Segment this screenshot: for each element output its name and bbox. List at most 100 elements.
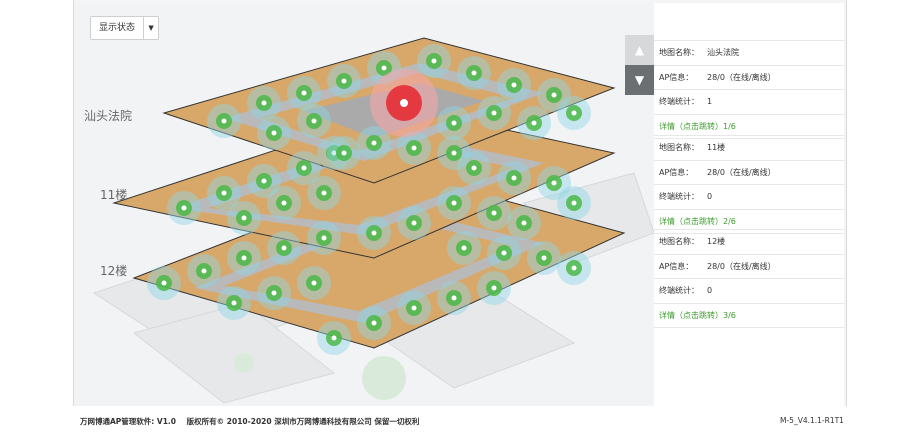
ap-info-row: AP信息： 28/0（在线/离线） — [654, 159, 844, 185]
ap-device-icon[interactable] — [471, 70, 477, 76]
ap-device-icon[interactable] — [451, 150, 457, 156]
map-name-value: 11楼 — [707, 143, 726, 153]
terminal-value: 0 — [707, 286, 713, 296]
ap-info-value: 28/0（在线/离线） — [707, 167, 776, 177]
copyright-text: 版权所有© 2010-2020 深圳市万网博通科技有限公司 保留一切权利 — [186, 417, 420, 426]
map-name-row: 地图名称： 12楼 — [654, 229, 844, 254]
build-version: M-5_V4.1.1-R1T1 — [780, 416, 844, 425]
ap-device-icon[interactable] — [411, 145, 417, 151]
floor-card: 地图名称： 汕头法院 AP信息： 28/0（在线/离线） 终端统计： 1 详情（点击跳… — [654, 40, 844, 139]
floor-label-12[interactable]: 12楼 — [100, 262, 127, 279]
ap-device-icon[interactable] — [411, 220, 417, 226]
ap-device-icon[interactable] — [221, 118, 227, 124]
chevron-up-icon: ▲ — [634, 43, 645, 57]
ap-device-icon[interactable] — [501, 250, 507, 256]
ap-device-icon[interactable] — [341, 78, 347, 84]
terminal-key: 终端统计： — [659, 97, 699, 107]
ap-device-icon[interactable] — [451, 200, 457, 206]
ap-device-icon[interactable] — [491, 110, 497, 116]
ap-device-icon[interactable] — [341, 150, 347, 156]
ap-device-icon[interactable] — [321, 235, 327, 241]
terminal-row: 终端统计： 0 — [654, 184, 844, 209]
scroll-up-button[interactable]: ▲ — [625, 35, 654, 65]
ap-device-icon[interactable] — [571, 200, 577, 206]
ap-device-icon[interactable] — [231, 300, 237, 306]
ap-device-icon[interactable] — [371, 320, 377, 326]
ap-device-icon[interactable] — [161, 280, 167, 286]
footer-left: 万网博通AP管理软件: V1.0 版权所有© 2010-2020 深圳市万网博通… — [80, 416, 427, 427]
ap-device-icon[interactable] — [241, 255, 247, 261]
ap-device-icon[interactable] — [521, 220, 527, 226]
ap-device-icon[interactable] — [371, 230, 377, 236]
ap-device-icon[interactable] — [531, 120, 537, 126]
ap-info-row: AP信息： 28/0（在线/离线） — [654, 253, 844, 279]
terminal-value: 1 — [707, 97, 713, 107]
ap-device-icon[interactable] — [511, 82, 517, 88]
scroll-down-button[interactable]: ▼ — [625, 65, 654, 95]
terminal-key: 终端统计： — [659, 286, 699, 296]
map-name-key: 地图名称： — [659, 48, 699, 58]
ap-device-icon[interactable] — [541, 255, 547, 261]
terminal-value: 0 — [707, 192, 713, 202]
map-name-value: 汕头法院 — [707, 48, 739, 58]
ap-device-icon[interactable] — [261, 100, 267, 106]
ap-info-key: AP信息： — [659, 167, 694, 177]
ap-device-icon[interactable] — [241, 215, 247, 221]
ap-device-icon[interactable] — [491, 285, 497, 291]
terminal-row: 终端统计： 0 — [654, 278, 844, 303]
floor-card: 地图名称： 11楼 AP信息： 28/0（在线/离线） 终端统计： 0 详情（点击跳转… — [654, 135, 844, 234]
chevron-down-icon[interactable]: ▼ — [144, 17, 158, 39]
detail-link[interactable]: 详情（点击跳转）3/6 — [654, 302, 844, 328]
ap-device-icon[interactable] — [201, 268, 207, 274]
terminal-row: 终端统计： 1 — [654, 89, 844, 114]
ap-device-icon[interactable] — [271, 290, 277, 296]
display-status-dropdown[interactable]: 显示状态 ▼ — [90, 16, 160, 40]
ap-device-icon[interactable] — [451, 295, 457, 301]
ap-info-key: AP信息： — [659, 72, 694, 82]
chevron-down-icon: ▼ — [634, 73, 645, 87]
ap-device-icon[interactable] — [491, 210, 497, 216]
ap-device-icon[interactable] — [431, 58, 437, 64]
ap-device-icon[interactable] — [551, 92, 557, 98]
ap-device-icon[interactable] — [411, 305, 417, 311]
map-name-value: 12楼 — [707, 237, 726, 247]
display-status-label: 显示状态 — [91, 17, 145, 39]
ap-device-icon[interactable] — [331, 335, 337, 341]
ap-device-icon[interactable] — [261, 178, 267, 184]
floor-info-panel: 地图名称： 汕头法院 AP信息： 28/0（在线/离线） 终端统计： 1 详情（点击跳… — [654, 3, 844, 406]
floor-label-11[interactable]: 11楼 — [100, 186, 127, 203]
ap-info-row: AP信息： 28/0（在线/离线） — [654, 64, 844, 90]
alert-ap-icon[interactable] — [400, 99, 408, 107]
floor-map-canvas[interactable] — [74, 3, 654, 406]
terminal-key: 终端统计： — [659, 192, 699, 202]
ap-device-icon[interactable] — [571, 110, 577, 116]
ap-device-icon[interactable] — [301, 90, 307, 96]
ap-device-icon[interactable] — [381, 65, 387, 71]
software-version: 万网博通AP管理软件: V1.0 — [80, 417, 177, 426]
floor-card: 地图名称： 12楼 AP信息： 28/0（在线/离线） 终端统计： 0 详情（点击跳转… — [654, 229, 844, 328]
ap-device-icon[interactable] — [511, 175, 517, 181]
map-name-row: 地图名称： 汕头法院 — [654, 40, 844, 65]
ap-device-icon[interactable] — [471, 165, 477, 171]
floor-map-view[interactable]: 显示状态 ▼ 汕头法院 11楼 12楼 ▲ ▼ — [74, 3, 654, 406]
ap-device-icon[interactable] — [301, 165, 307, 171]
ap-info-value: 28/0（在线/离线） — [707, 261, 776, 271]
ap-device-icon[interactable] — [311, 118, 317, 124]
ap-device-icon[interactable] — [321, 190, 327, 196]
map-name-row: 地图名称： 11楼 — [654, 135, 844, 160]
floor-label-court[interactable]: 汕头法院 — [84, 107, 132, 124]
ap-device-icon[interactable] — [551, 180, 557, 186]
ap-device-icon[interactable] — [461, 245, 467, 251]
ap-info-key: AP信息： — [659, 261, 694, 271]
ap-device-icon[interactable] — [571, 265, 577, 271]
ap-device-icon[interactable] — [181, 205, 187, 211]
ap-device-icon[interactable] — [221, 190, 227, 196]
ap-device-icon[interactable] — [271, 130, 277, 136]
ap-device-icon[interactable] — [311, 280, 317, 286]
ap-device-icon[interactable] — [281, 200, 287, 206]
ap-info-value: 28/0（在线/离线） — [707, 72, 776, 82]
ap-device-icon[interactable] — [281, 245, 287, 251]
ap-device-icon[interactable] — [371, 140, 377, 146]
ap-device-icon[interactable] — [451, 120, 457, 126]
map-name-key: 地图名称： — [659, 237, 699, 247]
